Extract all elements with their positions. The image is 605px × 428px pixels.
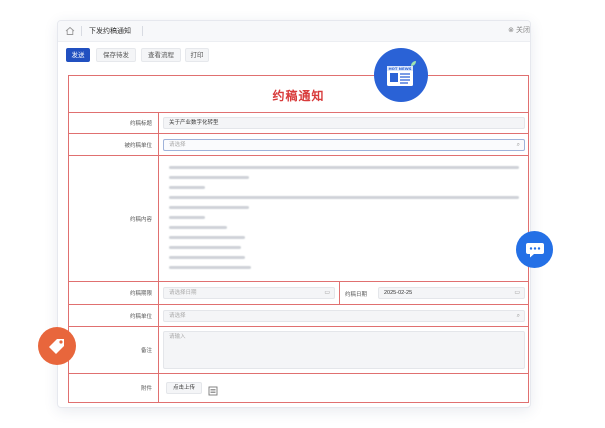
close-tab-button[interactable]: ⊗ 关闭 [508, 25, 530, 35]
price-tag-icon [49, 339, 64, 354]
tag-badge[interactable] [38, 327, 76, 365]
tab-bar: 下发约稿通知 ⊗ 关闭 [58, 21, 530, 42]
search-icon: ⌕ [516, 142, 520, 148]
attachment-label: 附件 [69, 374, 159, 402]
content-line [169, 236, 245, 239]
notice-form: 约稿通知 约稿标题 关于产业数字化转型 被约稿单位 请选择 ⌕ 约稿内容 约稿期… [68, 75, 529, 403]
row-topic: 约稿标题 关于产业数字化转型 [69, 112, 528, 134]
form-title-row: 约稿通知 [69, 76, 528, 113]
deadline-placeholder: 请选择日期 [169, 290, 197, 296]
recipient-label: 被约稿单位 [69, 134, 159, 155]
content-line [169, 206, 249, 209]
calendar-icon: ▭ [514, 290, 520, 296]
close-circle-icon: ⊗ [508, 27, 515, 34]
recipient-select[interactable]: 请选择 ⌕ [163, 139, 525, 151]
home-icon[interactable] [64, 24, 78, 38]
content-line [169, 196, 519, 199]
row-unit: 约稿单位 请选择 ⌕ [69, 305, 528, 327]
tab-title[interactable]: 下发约稿通知 [89, 26, 131, 36]
remark-label: 备注 [69, 327, 159, 373]
content-line [169, 186, 205, 189]
hot-news-badge[interactable]: HOT NEWS [374, 48, 428, 102]
content-line [169, 216, 205, 219]
search-icon: ⌕ [516, 313, 520, 319]
remark-textarea[interactable]: 请输入 [163, 331, 525, 369]
content-line [169, 226, 227, 229]
form-title: 约稿通知 [272, 89, 325, 103]
deadline-picker[interactable]: 请选择日期 ▭ [163, 287, 335, 299]
unit-placeholder: 请选择 [169, 313, 186, 319]
form-window: 下发约稿通知 ⊗ 关闭 发送 保存待发 查看流程 打印 约稿通知 约稿标题 关于… [57, 20, 531, 408]
topic-label: 约稿标题 [69, 112, 159, 133]
chat-bubble-icon [525, 242, 544, 257]
content-line [169, 256, 245, 259]
cell-divider [339, 282, 340, 304]
content-line [169, 266, 251, 269]
row-content: 约稿内容 [69, 156, 528, 282]
row-dates: 约稿期限 请选择日期 ▭ 约稿日期 2025-02-25 ▭ [69, 282, 528, 305]
newspaper-icon: HOT NEWS [387, 61, 416, 86]
upload-button[interactable]: 点击上传 [166, 382, 202, 394]
save-draft-button[interactable]: 保存待发 [96, 48, 136, 62]
content-textarea[interactable] [160, 156, 528, 281]
send-button[interactable]: 发送 [66, 48, 90, 62]
content-line [169, 176, 249, 179]
file-list-icon[interactable] [208, 383, 218, 396]
recipient-placeholder: 请选择 [169, 142, 186, 148]
issue-date-value: 2025-02-25 [384, 290, 413, 296]
unit-select[interactable]: 请选择 ⌕ [163, 310, 525, 322]
issue-date-picker[interactable]: 2025-02-25 ▭ [378, 287, 525, 299]
view-flow-button[interactable]: 查看流程 [141, 48, 181, 62]
close-tab-label: 关闭 [516, 27, 530, 34]
chat-badge[interactable] [516, 231, 553, 268]
row-recipient: 被约稿单位 请选择 ⌕ [69, 134, 528, 156]
content-label: 约稿内容 [69, 156, 159, 281]
row-attachment: 附件 点击上传 [69, 374, 528, 402]
row-remark: 备注 请输入 [69, 327, 528, 374]
deadline-label: 约稿期限 [69, 282, 159, 304]
content-line [169, 166, 519, 169]
tab-separator [81, 26, 82, 36]
topic-input[interactable]: 关于产业数字化转型 [163, 117, 525, 129]
content-line [169, 246, 241, 249]
hot-news-text: HOT NEWS [388, 66, 411, 71]
unit-label: 约稿单位 [69, 305, 159, 326]
issue-date-label: 约稿日期 [345, 292, 368, 298]
print-button[interactable]: 打印 [185, 48, 209, 62]
calendar-icon: ▭ [324, 290, 330, 296]
tab-separator [142, 26, 143, 36]
